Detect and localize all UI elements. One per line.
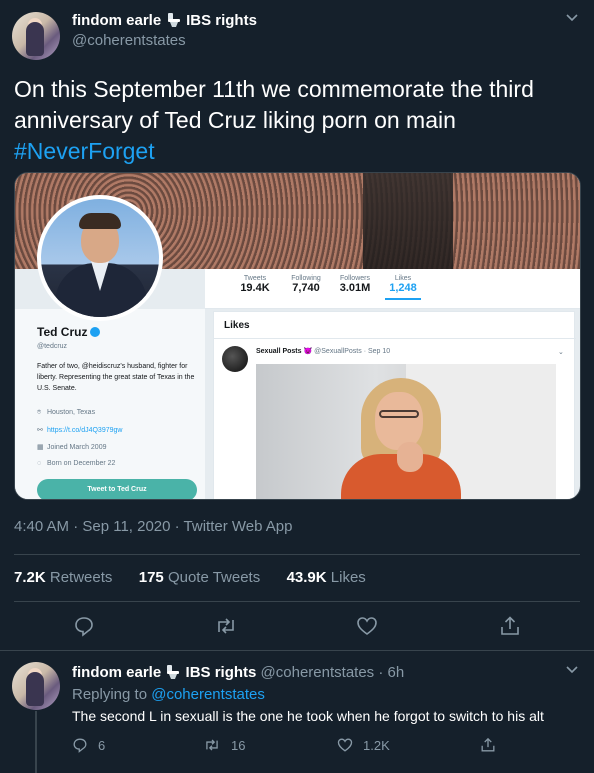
replying-to-handle[interactable]: @coherentstates xyxy=(151,686,265,703)
more-chevron-icon[interactable] xyxy=(565,10,579,24)
reply-time[interactable]: · 6h xyxy=(378,664,404,681)
reply-more-chevron-icon[interactable] xyxy=(565,662,579,676)
liked-tweet-header: Sexuall Posts 😈 @SexuallPosts · Sep 10 xyxy=(256,348,391,355)
reply-icon xyxy=(73,738,87,753)
quotes-stat[interactable]: 175 Quote Tweets xyxy=(139,569,260,586)
stat-likes: Likes 1,248 xyxy=(385,275,421,300)
thread-line xyxy=(35,711,37,773)
profile-born: ◌ Born on December 22 xyxy=(37,460,116,467)
profile-bio: Father of two, @heidiscruz's husband, fi… xyxy=(37,363,195,392)
retweet-icon xyxy=(206,739,218,751)
calendar-icon: ▦ xyxy=(37,444,44,451)
reply-author-suffix: IBS rights xyxy=(185,664,257,681)
profile-picture xyxy=(37,195,163,321)
reply-text: The second L in sexuall is the one he to… xyxy=(72,708,544,724)
reply-reply-action[interactable]: 6 xyxy=(72,737,105,753)
reply-header: findom earle IBS rights @coherentstates … xyxy=(72,664,404,681)
like-heart-icon[interactable] xyxy=(356,615,378,637)
author-handle[interactable]: @coherentstates xyxy=(72,32,186,49)
profile-handle: @tedcruz xyxy=(37,343,68,350)
toilet-icon xyxy=(167,13,180,27)
retweet-icon[interactable] xyxy=(214,615,238,637)
reply-retweet-action[interactable]: 16 xyxy=(203,737,245,753)
reply-author-name[interactable]: findom earle xyxy=(72,664,161,681)
tweet-timestamp[interactable]: 4:40 AM · Sep 11, 2020 · Twitter Web App xyxy=(14,518,293,535)
reply-share-action[interactable] xyxy=(480,737,496,753)
reply-author-handle[interactable]: @coherentstates xyxy=(261,664,375,681)
profile-location: ⌾ Houston, Texas xyxy=(37,409,96,416)
reply-reply-count: 6 xyxy=(98,737,106,753)
link-icon: ⚯ xyxy=(37,427,43,434)
likes-heading: Likes xyxy=(224,320,250,331)
like-heart-icon xyxy=(337,738,353,752)
profile-name: Ted Cruz xyxy=(37,325,101,339)
tweet-body: On this September 11th we commemorate th… xyxy=(14,76,534,133)
likes-panel: Likes Sexuall Posts 😈 @SexuallPosts · Se… xyxy=(213,311,576,499)
author-display-name: findom earle xyxy=(72,12,162,29)
share-icon xyxy=(481,737,495,752)
share-icon[interactable] xyxy=(499,615,521,637)
location-pin-icon: ⌾ xyxy=(37,409,42,416)
reply-icon[interactable] xyxy=(73,615,95,637)
replying-to: Replying to @coherentstates xyxy=(72,686,265,703)
stat-followers: Followers 3.01M xyxy=(339,275,371,294)
liked-tweet-media xyxy=(256,364,556,499)
profile-joined: ▦ Joined March 2009 xyxy=(37,444,107,451)
reply-like-action[interactable]: 1.2K xyxy=(337,737,390,753)
author-avatar[interactable] xyxy=(12,12,60,60)
retweets-stat[interactable]: 7.2K Retweets xyxy=(14,569,112,586)
attached-image[interactable]: Tweets 19.4K Following 7,740 Followers 3… xyxy=(14,172,581,500)
stat-tweets: Tweets 19.4K xyxy=(240,275,270,294)
author-name[interactable]: findom earle IBS rights xyxy=(72,12,257,30)
profile-url: ⚯ https://t.co/dJ4Q3979gw xyxy=(37,427,123,434)
reply-retweet-count: 16 xyxy=(231,737,246,753)
reply-author-avatar[interactable] xyxy=(12,662,60,710)
verified-badge-icon xyxy=(90,327,101,337)
balloon-icon: ◌ xyxy=(37,460,42,467)
liked-tweet-avatar xyxy=(222,346,248,372)
likes-stat[interactable]: 43.9K Likes xyxy=(287,569,366,586)
author-name-suffix: IBS rights xyxy=(186,12,257,29)
toilet-icon xyxy=(167,665,180,679)
stat-following: Following 7,740 xyxy=(291,275,321,294)
tweet-text: On this September 11th we commemorate th… xyxy=(14,74,574,167)
hashtag-link[interactable]: #NeverForget xyxy=(14,138,155,164)
tweet-to-button: Tweet to Ted Cruz xyxy=(37,479,197,499)
liked-tweet-chevron-icon: ⌄ xyxy=(558,349,564,356)
devil-emoji-icon: 😈 xyxy=(303,348,313,355)
reply-like-count: 1.2K xyxy=(363,737,390,753)
profile-stats-bar: Tweets 19.4K Following 7,740 Followers 3… xyxy=(205,269,580,309)
tweet-stats: 7.2K Retweets 175 Quote Tweets 43.9K Lik… xyxy=(14,569,366,586)
